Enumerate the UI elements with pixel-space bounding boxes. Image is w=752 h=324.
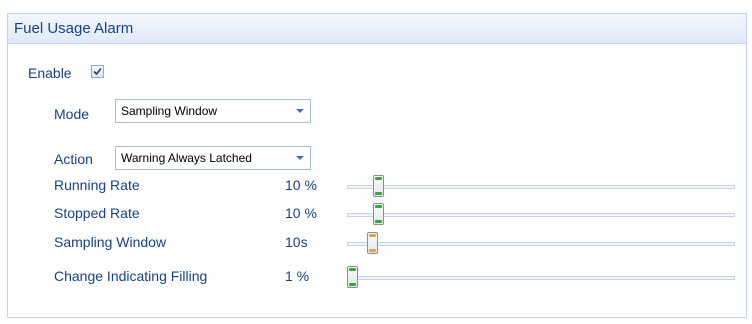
checkmark-icon: [93, 67, 102, 76]
slider-thumb[interactable]: [373, 175, 384, 197]
mode-label: Mode: [54, 106, 90, 122]
fuel-usage-alarm-panel: Fuel Usage Alarm Enable Mode Sampling Wi…: [7, 13, 747, 318]
slider-thumb[interactable]: [367, 232, 378, 254]
slider-label: Stopped Rate: [54, 205, 140, 221]
slider-row: Running Rate 10 %: [8, 171, 748, 201]
enable-checkbox[interactable]: [91, 65, 104, 78]
slider-value: 10 %: [285, 177, 317, 193]
slider-track[interactable]: [347, 213, 735, 217]
chevron-down-icon: [296, 156, 304, 160]
slider-track[interactable]: [347, 242, 735, 246]
enable-label: Enable: [28, 65, 72, 81]
action-select[interactable]: Warning Always Latched: [115, 146, 311, 170]
slider-thumb[interactable]: [347, 266, 358, 288]
mode-select[interactable]: Sampling Window: [115, 99, 311, 123]
panel-title: Fuel Usage Alarm: [14, 20, 134, 37]
slider-track[interactable]: [347, 185, 735, 189]
slider-label: Sampling Window: [54, 234, 167, 250]
action-select-value: Warning Always Latched: [121, 151, 252, 165]
chevron-down-icon: [296, 109, 304, 113]
slider-label: Running Rate: [54, 177, 140, 193]
slider-value: 10 %: [285, 205, 317, 221]
slider-value: 10s: [285, 234, 308, 250]
panel-header: Fuel Usage Alarm: [8, 14, 746, 44]
slider-value: 1 %: [285, 268, 310, 284]
slider-thumb[interactable]: [373, 203, 384, 225]
slider-row: Change Indicating Filling 1 %: [8, 262, 748, 292]
slider-row: Stopped Rate 10 %: [8, 199, 748, 229]
slider-row: Sampling Window 10s: [8, 228, 748, 258]
mode-select-value: Sampling Window: [121, 104, 218, 118]
action-label: Action: [54, 151, 93, 167]
slider-label: Change Indicating Filling: [54, 268, 208, 284]
slider-track[interactable]: [347, 276, 735, 280]
